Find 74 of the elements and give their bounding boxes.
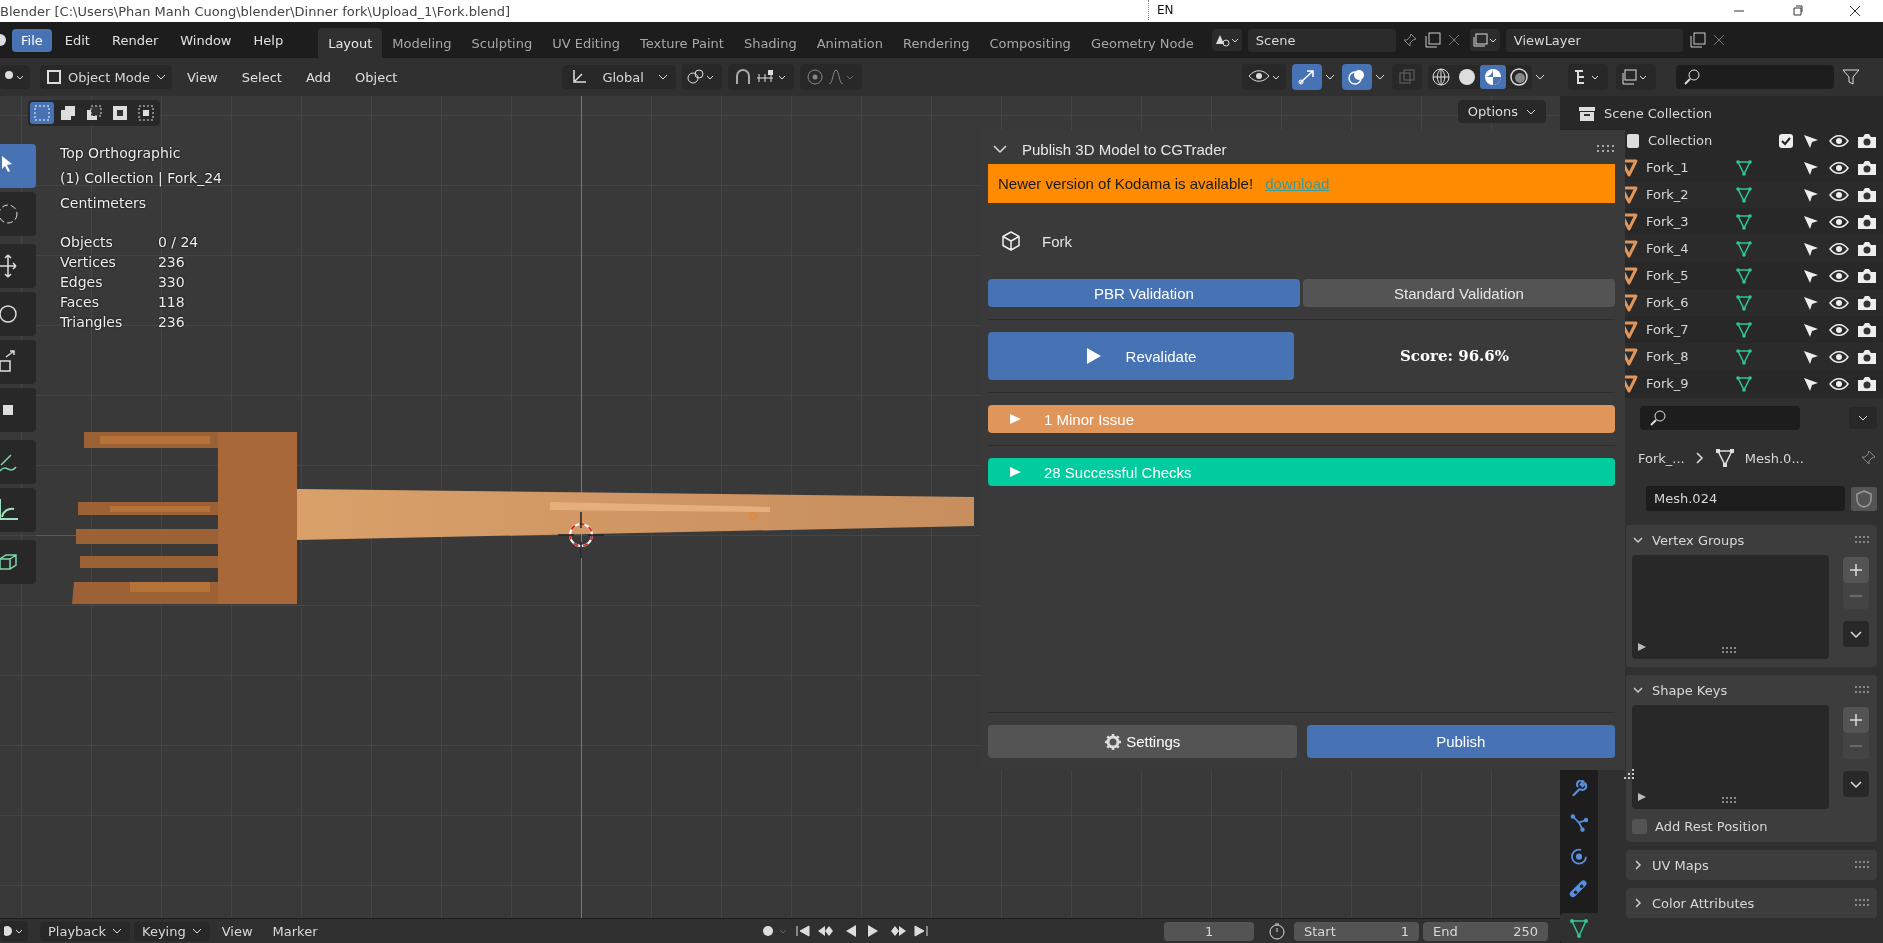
panel-title[interactable]: Shape Keys: [1652, 682, 1728, 698]
outliner-item[interactable]: Fork_6: [1646, 295, 1689, 310]
outliner-item[interactable]: Fork_2: [1646, 187, 1689, 202]
menu-item[interactable]: Window: [171, 28, 241, 52]
menu-item[interactable]: Marker: [264, 921, 326, 941]
mesh-name-field[interactable]: Mesh.024: [1646, 486, 1845, 511]
workspace-tab[interactable]: Sculpting: [461, 28, 543, 58]
stat-value: 0 / 24: [157, 234, 200, 250]
stat-label: Triangles: [60, 314, 124, 330]
input-indicator[interactable]: EN: [1148, 0, 1188, 20]
workspace-tab[interactable]: Compositing: [979, 28, 1081, 58]
panel-title[interactable]: Color Attributes: [1652, 895, 1755, 911]
menu-item[interactable]: Playback: [40, 921, 130, 941]
outliner-item[interactable]: Fork_4: [1646, 241, 1689, 256]
menu-item[interactable]: View: [213, 921, 261, 941]
stat-value: 236: [157, 314, 186, 330]
model-name: Fork: [1042, 232, 1072, 250]
menu-item[interactable]: Help: [244, 28, 293, 52]
outliner-item[interactable]: Fork_8: [1646, 349, 1689, 364]
workspace-tab[interactable]: UV Editing: [542, 28, 630, 58]
checkbox-label: Add Rest Position: [1655, 819, 1768, 834]
outliner-item[interactable]: Fork_5: [1646, 268, 1689, 283]
outliner-item[interactable]: Fork_9: [1646, 376, 1689, 391]
stat-label: Edges: [60, 274, 104, 290]
orientation-dropdown[interactable]: Global: [562, 65, 676, 89]
menu-item[interactable]: Select: [232, 65, 291, 89]
stat-label: Faces: [60, 294, 100, 310]
menu-item[interactable]: Render: [102, 28, 168, 52]
workspace-tab[interactable]: Layout: [318, 28, 383, 58]
outliner-item[interactable]: Fork_3: [1646, 214, 1689, 229]
outliner-item[interactable]: Collection: [1648, 133, 1713, 148]
window-title: Blender [C:\Users\Phan Manh Cuong\blender\Dinner fork\Upload_1\Fork.blend]: [0, 3, 511, 19]
scene-field[interactable]: Scene: [1247, 28, 1396, 52]
outliner-item[interactable]: Scene Collection: [1604, 106, 1713, 121]
workspace-tab[interactable]: Modeling: [382, 28, 462, 58]
view-layer-field[interactable]: ViewLayer: [1505, 28, 1683, 52]
menu-item[interactable]: File: [12, 28, 52, 52]
options-dropdown[interactable]: Options: [1457, 100, 1546, 123]
panel-title[interactable]: Vertex Groups: [1652, 532, 1745, 548]
panel-title[interactable]: Publish 3D Model to CGTrader: [1022, 140, 1227, 158]
breadcrumb-item[interactable]: Fork_...: [1638, 450, 1685, 466]
workspace-tab[interactable]: Shading: [733, 28, 807, 58]
view-name: Top Orthographic: [60, 145, 182, 163]
stat-label: Vertices: [60, 254, 117, 270]
update-message: Newer version of Kodama is available!: [998, 175, 1254, 192]
publish-button[interactable]: Publish: [1306, 725, 1615, 758]
breadcrumb-item[interactable]: Mesh.0...: [1744, 450, 1804, 466]
revalidate-button[interactable]: Revalidate: [988, 332, 1294, 380]
stat-value: 118: [157, 294, 186, 310]
mode-dropdown[interactable]: Object Mode: [40, 65, 172, 89]
menu-item[interactable]: Edit: [55, 28, 99, 52]
context-label: (1) Collection | Fork_24: [60, 170, 222, 189]
workspace-tab[interactable]: Texture Paint: [630, 28, 734, 58]
workspace-tab[interactable]: Animation: [806, 28, 893, 58]
outliner-item[interactable]: Fork_1: [1646, 160, 1689, 175]
validation-tab[interactable]: PBR Validation: [988, 279, 1300, 307]
stat-value: 330: [157, 274, 186, 290]
stat-label: Objects: [60, 234, 114, 250]
panel-title[interactable]: UV Maps: [1652, 857, 1709, 873]
start-frame-field[interactable]: Start 1: [1294, 921, 1419, 941]
workspace-tab[interactable]: Rendering: [893, 28, 980, 58]
end-frame-field[interactable]: End 250: [1423, 921, 1548, 941]
units-label: Centimeters: [60, 195, 148, 213]
current-frame-field[interactable]: 1: [1164, 921, 1254, 941]
outliner-item[interactable]: Fork_7: [1646, 322, 1689, 337]
menu-item[interactable]: Add: [296, 65, 341, 89]
score-label: Score: 96.6%: [1399, 347, 1510, 365]
menu-item[interactable]: Object: [346, 65, 407, 89]
workspace-tab[interactable]: Geometry Node: [1080, 28, 1204, 58]
menu-item[interactable]: Keying: [134, 921, 210, 941]
settings-button[interactable]: Settings: [988, 725, 1297, 758]
stat-value: 236: [157, 254, 186, 270]
validation-tab[interactable]: Standard Validation: [1303, 279, 1615, 307]
menu-item[interactable]: View: [177, 65, 227, 89]
